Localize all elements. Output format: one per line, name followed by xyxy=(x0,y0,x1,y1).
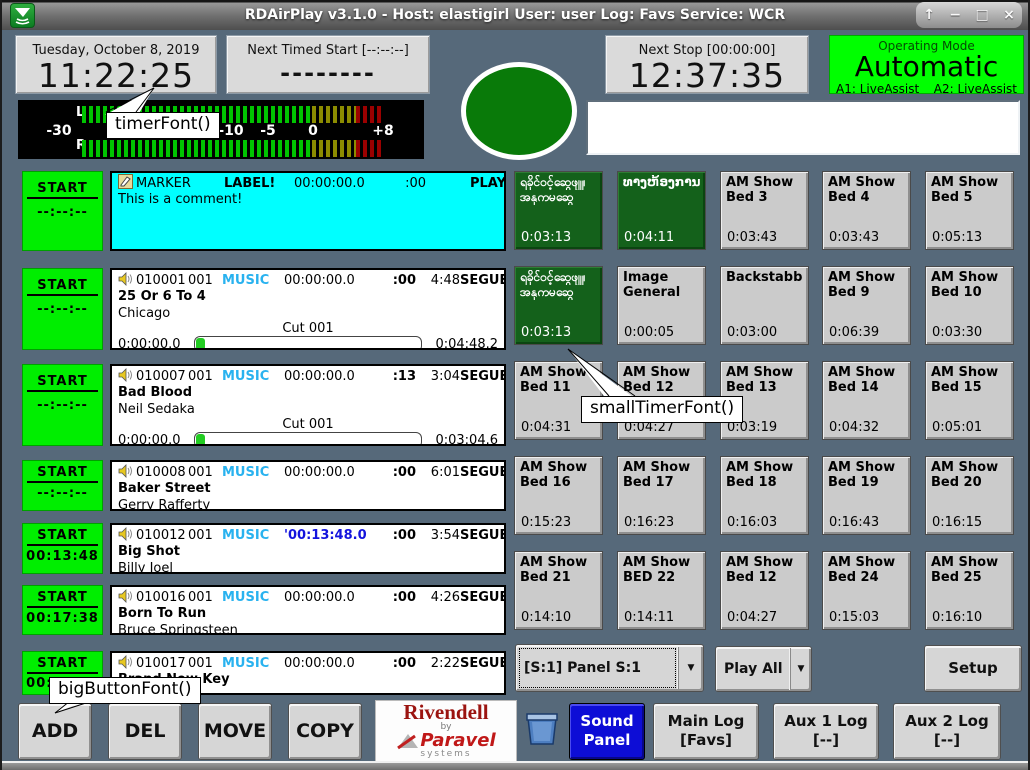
main-log-button[interactable]: Main Log [Favs] xyxy=(653,703,759,760)
mode-a2: A2: LiveAssist xyxy=(934,82,1017,96)
meter-tick: 0 xyxy=(296,123,330,139)
log-entry[interactable]: 010007 001 MUSIC 00:00:00.0 :13 3:04 SEG… xyxy=(110,364,506,446)
panel-button[interactable]: AM ShowBed 170:16:23 xyxy=(617,456,706,535)
panel-button[interactable]: AM ShowBed 210:14:10 xyxy=(514,551,603,630)
trash-icon[interactable] xyxy=(523,708,561,752)
callout-big-button-font: bigButtonFont() xyxy=(49,677,201,704)
close-icon[interactable]: × xyxy=(1003,5,1015,25)
panel-button[interactable]: AM ShowBed 150:05:01 xyxy=(925,361,1014,440)
rivendell-logo: Rivendell by Paravel systems xyxy=(375,700,517,762)
panel-button[interactable]: AM ShowBed 140:04:32 xyxy=(822,361,911,440)
panel-button[interactable]: AM ShowBed 160:15:23 xyxy=(514,456,603,535)
message-area xyxy=(586,100,1020,155)
start-button[interactable]: START --:--:-- xyxy=(22,364,103,446)
panel-button[interactable]: AM ShowBed 240:15:03 xyxy=(822,551,911,630)
speaker-icon xyxy=(118,589,136,607)
marker-icon xyxy=(118,174,136,193)
panel-button[interactable]: AM ShowBED 220:14:11 xyxy=(617,551,706,630)
play-mode-select[interactable]: Play All ▼ xyxy=(715,646,812,692)
mode-a1: A1: LiveAssist xyxy=(836,82,919,96)
panel-button[interactable]: AM ShowBed 40:03:43 xyxy=(822,171,911,250)
log-entry[interactable]: MARKER LABEL! 00:00:00.0 :00 PLAY This i… xyxy=(110,171,506,251)
next-stop-value: 12:37:35 xyxy=(606,58,808,94)
start-button[interactable]: START --:--:-- xyxy=(22,171,103,251)
meter-right-bar xyxy=(82,140,384,157)
panel-button[interactable]: ImageGeneral0:00:05 xyxy=(617,266,706,345)
window-title: RDAirPlay v3.1.0 - Host: elastigirl User… xyxy=(2,0,1028,30)
log-entry[interactable]: 010008 001 MUSIC 00:00:00.0 :00 6:01 SEG… xyxy=(110,460,506,511)
progress-bar xyxy=(194,432,422,446)
move-button[interactable]: MOVE xyxy=(198,703,272,760)
panel-button[interactable]: AM ShowBed 190:16:43 xyxy=(822,456,911,535)
del-button[interactable]: DEL xyxy=(108,703,182,760)
marker-comment: This is a comment! xyxy=(118,192,498,207)
minimize-icon[interactable]: − xyxy=(949,5,961,25)
callout-small-timer-font: smallTimerFont() xyxy=(581,396,743,423)
panel-button[interactable]: AM ShowBed 50:05:13 xyxy=(925,171,1014,250)
maximize-icon[interactable]: □ xyxy=(975,5,988,25)
sound-panel-button[interactable]: Sound Panel xyxy=(569,703,645,760)
panel-button[interactable]: ທາງຫ້ອງການ0:04:11 xyxy=(617,171,706,250)
panel-selector[interactable]: [S:1] Panel S:1 ▼ xyxy=(515,644,704,692)
speaker-icon xyxy=(118,655,136,673)
panel-button[interactable]: AM ShowBed 100:03:30 xyxy=(925,266,1014,345)
audio-meter: L R -30 -10 -5 0 +8 xyxy=(18,100,424,159)
panel-button[interactable]: ရခိုင်ဝင့်ဆွေဖျူ၊အနုကမဆွေ0:03:13 xyxy=(514,171,603,250)
next-timed-label: Next Timed Start [--:--:--] xyxy=(227,43,429,58)
speaker-icon xyxy=(118,464,136,482)
log-entry[interactable]: 010001 001 MUSIC 00:00:00.0 :00 4:48 SEG… xyxy=(110,268,506,350)
next-timed-value: -------- xyxy=(227,58,429,88)
meter-tick: -5 xyxy=(251,123,285,139)
panel-button[interactable]: AM ShowBed 90:06:39 xyxy=(822,266,911,345)
start-button[interactable]: START --:--:-- xyxy=(22,268,103,350)
rdairplay-window: RDAirPlay v3.1.0 - Host: elastigirl User… xyxy=(0,0,1030,770)
setup-button[interactable]: Setup xyxy=(924,645,1022,692)
copy-button[interactable]: COPY xyxy=(288,703,362,760)
chevron-down-icon: ▼ xyxy=(678,647,703,689)
operating-mode[interactable]: Operating Mode Automatic A1: LiveAssist … xyxy=(829,35,1024,94)
titlebar: RDAirPlay v3.1.0 - Host: elastigirl User… xyxy=(2,0,1028,30)
mode-value: Automatic xyxy=(830,53,1023,81)
paravel-triangle-icon xyxy=(396,732,420,750)
pie-counter xyxy=(461,62,577,160)
log-entry[interactable]: 010012 001 MUSIC '00:13:48.0 :00 3:54 SE… xyxy=(110,523,506,574)
callout-tail xyxy=(557,345,639,401)
panel-button[interactable]: AM ShowBed 30:03:43 xyxy=(720,171,809,250)
meter-tick: -30 xyxy=(42,123,76,139)
speaker-icon xyxy=(118,272,136,290)
panel-button[interactable]: AM ShowBed 250:16:10 xyxy=(925,551,1014,630)
shade-icon[interactable]: ↑ xyxy=(923,5,935,25)
start-button[interactable]: START 00:17:38 xyxy=(22,585,103,635)
panel-button[interactable]: AM ShowBed 200:16:15 xyxy=(925,456,1014,535)
start-button[interactable]: START --:--:-- xyxy=(22,460,103,511)
window-frame-bottom xyxy=(2,761,1028,770)
callout-timer-font: timerFont() xyxy=(106,112,220,139)
panel-button[interactable]: Backstabber0:03:00 xyxy=(720,266,809,345)
chevron-down-icon: ▼ xyxy=(790,648,811,690)
speaker-icon xyxy=(118,527,136,545)
speaker-icon xyxy=(118,368,136,386)
window-controls: ↑ − □ × xyxy=(916,2,1022,28)
aux2-log-button[interactable]: Aux 2 Log [--] xyxy=(893,703,1001,760)
panel-button[interactable]: AM ShowBed 120:04:27 xyxy=(720,551,809,630)
next-stop: Next Stop [00:00:00] 12:37:35 xyxy=(605,35,809,94)
meter-tick: +8 xyxy=(366,123,400,139)
log-entry[interactable]: 010016 001 MUSIC 00:00:00.0 :00 4:26 SEG… xyxy=(110,585,506,635)
start-button[interactable]: START 00:13:48 xyxy=(22,523,103,574)
aux1-log-button[interactable]: Aux 1 Log [--] xyxy=(773,703,879,760)
main-area: Tuesday, October 8, 2019 11:22:25 Next T… xyxy=(2,30,1028,770)
panel-button[interactable]: ရခိုင်ဝင့်ဆွေဖျူ၊အနုကမဆွေ0:03:13 xyxy=(514,266,603,345)
progress-bar xyxy=(194,336,422,350)
panel-button[interactable]: AM ShowBed 180:16:03 xyxy=(720,456,809,535)
next-timed-start: Next Timed Start [--:--:--] -------- xyxy=(226,35,430,94)
